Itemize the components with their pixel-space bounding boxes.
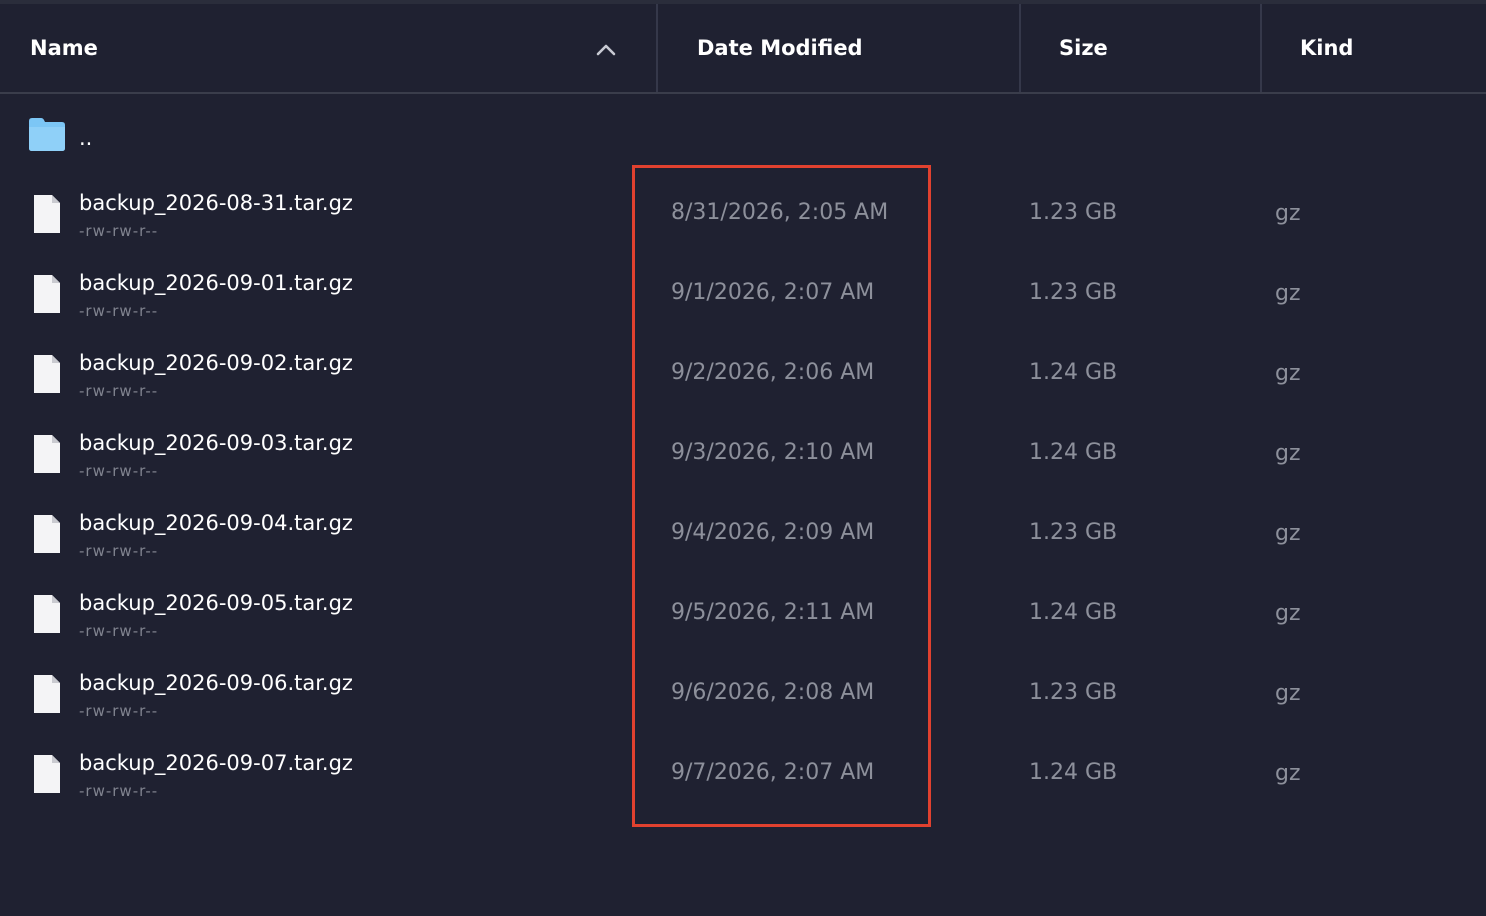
file-date-modified: 8/31/2026, 2:05 AM: [671, 200, 889, 225]
file-size: 1.24 GB: [1029, 360, 1118, 385]
column-divider[interactable]: [1260, 4, 1262, 92]
parent-directory-row[interactable]: ..: [0, 100, 1486, 180]
file-row[interactable]: backup_2026-09-04.tar.gz -rw-rw-r-- 9/4/20…: [0, 495, 1486, 575]
file-date-modified: 9/7/2026, 2:07 AM: [671, 760, 875, 785]
column-header-name-label: Name: [30, 36, 98, 60]
file-permissions: -rw-rw-r--: [79, 462, 159, 480]
file-name: backup_2026-09-07.tar.gz: [79, 751, 353, 775]
file-name: backup_2026-09-06.tar.gz: [79, 671, 353, 695]
file-kind: gz: [1275, 281, 1301, 306]
file-date-modified: 9/2/2026, 2:06 AM: [671, 360, 875, 385]
file-name: backup_2026-08-31.tar.gz: [79, 191, 353, 215]
file-date-modified: 9/1/2026, 2:07 AM: [671, 280, 875, 305]
column-header-size-label: Size: [1059, 36, 1108, 60]
file-name: backup_2026-09-03.tar.gz: [79, 431, 353, 455]
column-header-row: Name Date Modified Size Kind: [0, 4, 1486, 94]
file-date-modified: 9/4/2026, 2:09 AM: [671, 520, 875, 545]
file-size: 1.24 GB: [1029, 440, 1118, 465]
chevron-up-icon[interactable]: [594, 38, 618, 62]
file-size: 1.24 GB: [1029, 600, 1118, 625]
column-header-kind[interactable]: Kind: [1300, 4, 1480, 92]
file-kind: gz: [1275, 201, 1301, 226]
file-size: 1.23 GB: [1029, 520, 1118, 545]
parent-directory-label: ..: [79, 126, 93, 150]
file-icon: [34, 435, 60, 473]
file-icon: [34, 275, 60, 313]
file-permissions: -rw-rw-r--: [79, 702, 159, 720]
file-date-modified: 9/3/2026, 2:10 AM: [671, 440, 875, 465]
file-permissions: -rw-rw-r--: [79, 542, 159, 560]
file-icon: [34, 195, 60, 233]
file-kind: gz: [1275, 521, 1301, 546]
column-header-name[interactable]: Name: [30, 4, 590, 92]
file-name: backup_2026-09-02.tar.gz: [79, 351, 353, 375]
file-row[interactable]: backup_2026-09-07.tar.gz -rw-rw-r-- 9/7/20…: [0, 735, 1486, 815]
column-header-date-label: Date Modified: [697, 36, 863, 60]
file-permissions: -rw-rw-r--: [79, 302, 159, 320]
file-kind: gz: [1275, 761, 1301, 786]
file-date-modified: 9/5/2026, 2:11 AM: [671, 600, 875, 625]
file-kind: gz: [1275, 441, 1301, 466]
file-icon: [34, 675, 60, 713]
file-icon: [34, 755, 60, 793]
file-permissions: -rw-rw-r--: [79, 622, 159, 640]
file-name: backup_2026-09-01.tar.gz: [79, 271, 353, 295]
file-name: backup_2026-09-05.tar.gz: [79, 591, 353, 615]
file-icon: [34, 355, 60, 393]
file-icon: [34, 595, 60, 633]
file-kind: gz: [1275, 601, 1301, 626]
file-size: 1.23 GB: [1029, 200, 1118, 225]
file-size: 1.23 GB: [1029, 680, 1118, 705]
column-header-kind-label: Kind: [1300, 36, 1354, 60]
file-icon: [34, 515, 60, 553]
file-row[interactable]: backup_2026-08-31.tar.gz -rw-rw-r-- 8/31/2…: [0, 175, 1486, 255]
column-divider[interactable]: [656, 4, 658, 92]
file-size: 1.23 GB: [1029, 280, 1118, 305]
column-header-size[interactable]: Size: [1059, 4, 1239, 92]
file-permissions: -rw-rw-r--: [79, 382, 159, 400]
file-permissions: -rw-rw-r--: [79, 222, 159, 240]
file-date-modified: 9/6/2026, 2:08 AM: [671, 680, 875, 705]
file-row[interactable]: backup_2026-09-01.tar.gz -rw-rw-r-- 9/1/20…: [0, 255, 1486, 335]
file-size: 1.24 GB: [1029, 760, 1118, 785]
file-row[interactable]: backup_2026-09-05.tar.gz -rw-rw-r-- 9/5/20…: [0, 575, 1486, 655]
file-name: backup_2026-09-04.tar.gz: [79, 511, 353, 535]
file-row[interactable]: backup_2026-09-02.tar.gz -rw-rw-r-- 9/2/20…: [0, 335, 1486, 415]
file-row[interactable]: backup_2026-09-03.tar.gz -rw-rw-r-- 9/3/20…: [0, 415, 1486, 495]
file-kind: gz: [1275, 361, 1301, 386]
column-header-date-modified[interactable]: Date Modified: [697, 4, 997, 92]
file-permissions: -rw-rw-r--: [79, 782, 159, 800]
file-row[interactable]: backup_2026-09-06.tar.gz -rw-rw-r-- 9/6/20…: [0, 655, 1486, 735]
folder-icon: [29, 118, 65, 151]
column-divider[interactable]: [1019, 4, 1021, 92]
file-kind: gz: [1275, 681, 1301, 706]
